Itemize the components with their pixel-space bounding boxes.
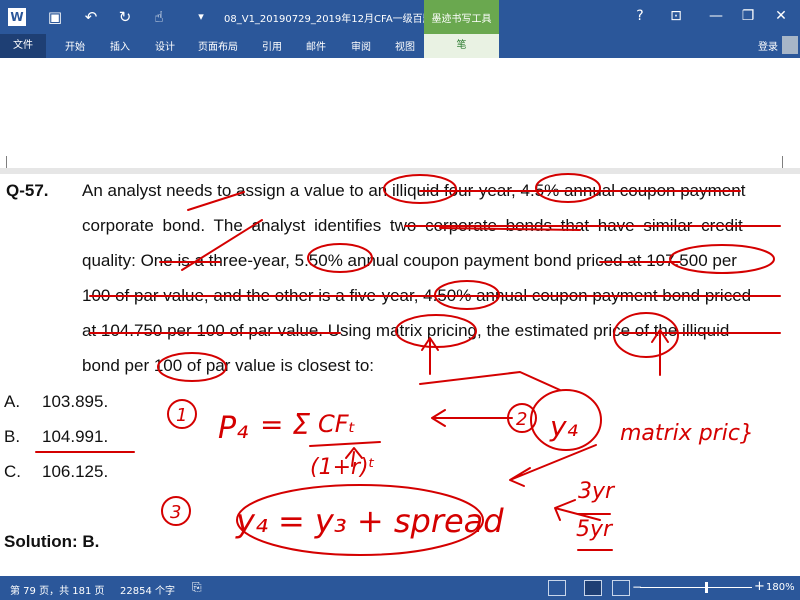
ink-formula-lhs: P₄ — [218, 411, 248, 446]
read-mode-icon[interactable] — [548, 580, 566, 596]
ink-text: 1 2 3 P₄ = Σ CFₜ (1+r)ᵗ y₄ matrix pric} … — [170, 405, 754, 542]
circle-matrix — [395, 314, 477, 348]
ink-formula-numerator: CFₜ — [318, 410, 356, 438]
proofing-icon[interactable]: ⎘ — [192, 580, 202, 595]
ink-strokes — [35, 173, 781, 556]
ink-step1-number: 1 — [176, 405, 187, 426]
circle-100 — [157, 352, 227, 382]
zoom-level[interactable]: 180% — [766, 582, 795, 593]
print-layout-icon[interactable] — [584, 580, 602, 596]
ink-formula-denominator: (1+r)ᵗ — [310, 455, 375, 480]
zoom-in-button[interactable]: + — [754, 579, 765, 594]
ink-label-3yr: 3yr — [578, 479, 616, 504]
circle-coupon — [535, 173, 601, 203]
ink-label-5yr: 5yr — [576, 517, 614, 542]
ink-annotations: 1 2 3 P₄ = Σ CFₜ (1+r)ᵗ y₄ matrix pric} … — [35, 173, 781, 556]
circle-price2 — [613, 312, 679, 358]
zoom-slider-thumb[interactable] — [705, 582, 708, 593]
circle-rate — [307, 243, 373, 273]
circle-illiquid — [383, 174, 457, 204]
ink-step3-formula: y₄ = y₃ + spread — [235, 502, 504, 540]
ink-step2-note: matrix pric} — [620, 421, 754, 446]
page-count[interactable]: 第 79 页，共 181 页 — [10, 582, 105, 597]
ink-formula-eq: = Σ — [260, 408, 310, 441]
ink-step3-number: 3 — [170, 502, 181, 523]
ink-step2-number: 2 — [516, 409, 527, 430]
word-count[interactable]: 22854 个字 — [120, 582, 175, 597]
circle-price — [669, 244, 775, 274]
web-layout-icon[interactable] — [612, 580, 630, 596]
zoom-slider[interactable] — [640, 587, 752, 588]
status-bar: 第 79 页，共 181 页 22854 个字 ⎘ − + 180% — [0, 576, 800, 600]
ink-step2-variable: y₄ — [549, 410, 578, 443]
